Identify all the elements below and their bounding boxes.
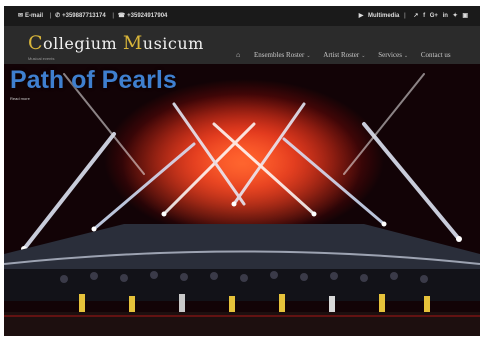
phone-number-2[interactable]: +35924917904 xyxy=(127,13,167,19)
youtube-icon[interactable]: ▣ xyxy=(462,13,468,19)
nav-item-label: Artist Roster xyxy=(323,51,360,59)
linkedin-icon[interactable]: in xyxy=(443,13,448,19)
phone-icon: ✆ xyxy=(55,13,61,19)
hero-subtitle[interactable]: Read more xyxy=(10,96,30,101)
nav-item-label: Contact us xyxy=(420,51,451,59)
social-links: ▶ Multimedia | ↗ f G+ in ✦ ▣ xyxy=(356,12,468,19)
logo-tagline: Musical events xyxy=(28,56,55,61)
nav-item-label: Services xyxy=(378,51,402,59)
contact-info: ✉ E-mail | ✆ +359887713174 | ☎ +35924917904 xyxy=(18,12,169,19)
orchestra-area xyxy=(4,269,480,301)
chevron-down-icon: ⌄ xyxy=(403,54,409,59)
home-icon[interactable]: ⌂ xyxy=(236,51,240,59)
hero-title[interactable]: Path of Pearls xyxy=(10,66,177,95)
email-icon: ✉ xyxy=(18,13,24,19)
concert-stage-image xyxy=(4,73,480,336)
nav-menu: ⌂ Ensembles Roster ⌄ Artist Roster ⌄ Servi… xyxy=(236,51,462,59)
play-icon[interactable]: ▶ xyxy=(359,13,364,19)
twitter-icon[interactable]: ✦ xyxy=(453,13,458,19)
browser-page: ✉ E-mail | ✆ +359887713174 | ☎ +35924917904… xyxy=(4,6,480,336)
nav-item-contact[interactable]: Contact us xyxy=(421,51,451,59)
logo-letter-c: C xyxy=(28,32,44,54)
divider: | xyxy=(49,13,52,19)
top-contact-bar: ✉ E-mail | ✆ +359887713174 | ☎ +35924917904… xyxy=(4,6,480,26)
divider: | xyxy=(112,13,115,19)
multimedia-link[interactable]: Multimedia xyxy=(368,13,399,19)
chevron-down-icon: ⌄ xyxy=(306,54,311,59)
stage-glow xyxy=(122,94,362,234)
hero-slider[interactable]: Path of Pearls Read more xyxy=(4,64,480,336)
email-link[interactable]: E-mail xyxy=(25,13,43,19)
phone-number-1[interactable]: +359887713174 xyxy=(62,13,106,19)
nav-item-services[interactable]: Services ⌄ xyxy=(378,51,408,59)
chevron-down-icon: ⌄ xyxy=(361,54,366,59)
facebook-icon[interactable]: f xyxy=(423,13,425,19)
main-navbar: Collegium Musicum Musical events ⌂ Ensem… xyxy=(4,26,480,64)
logo-text-2: usicum xyxy=(142,34,204,53)
logo-letter-m: M xyxy=(122,32,143,54)
stage-platform xyxy=(4,224,480,276)
site-logo[interactable]: Collegium Musicum xyxy=(28,32,204,54)
divider: | xyxy=(404,13,406,19)
nav-item-ensembles[interactable]: Ensembles Roster ⌄ xyxy=(254,51,311,59)
fax-icon: ☎ xyxy=(117,13,126,19)
nav-item-label: Ensembles Roster xyxy=(253,51,305,59)
google-plus-icon[interactable]: G+ xyxy=(430,13,438,19)
logo-text-1: ollegium xyxy=(43,34,123,53)
share-icon[interactable]: ↗ xyxy=(413,13,418,19)
nav-item-artists[interactable]: Artist Roster ⌄ xyxy=(323,51,365,59)
